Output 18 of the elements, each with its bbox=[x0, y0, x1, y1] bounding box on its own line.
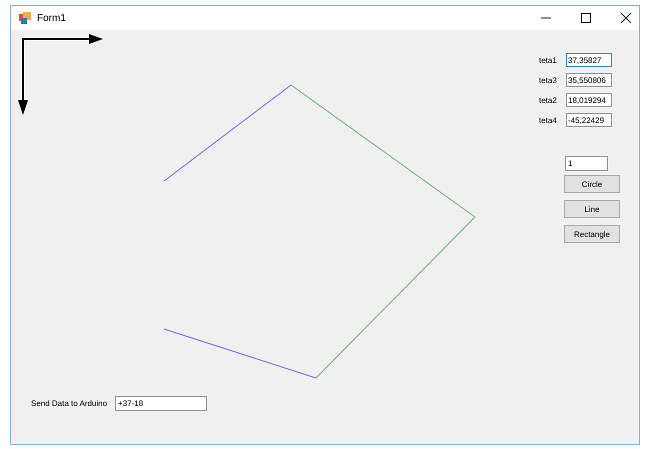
shape-button[interactable]: Circle bbox=[564, 175, 620, 193]
send-label: Send Data to Arduino bbox=[31, 399, 108, 408]
form-icon bbox=[19, 12, 31, 24]
send-field[interactable]: +37-18 bbox=[115, 396, 208, 411]
angle-label: teta4 bbox=[539, 116, 558, 124]
angle-label: teta1 bbox=[539, 56, 558, 64]
angle-label: teta2 bbox=[539, 96, 558, 104]
angle-label: teta3 bbox=[539, 76, 558, 84]
shape-button[interactable]: Line bbox=[564, 200, 620, 218]
angle-field[interactable]: -45,22429 bbox=[566, 113, 612, 127]
angle-field[interactable]: 18,019294 bbox=[566, 93, 612, 107]
maximize-icon[interactable] bbox=[581, 13, 591, 23]
window-title: Form1 bbox=[37, 12, 66, 24]
number-field[interactable]: 1 bbox=[565, 156, 608, 171]
angle-field[interactable]: 35,550806 bbox=[566, 73, 612, 87]
close-icon[interactable] bbox=[621, 13, 631, 23]
shape-button[interactable]: Rectangle bbox=[564, 225, 620, 243]
angle-field[interactable]: 37,35827 bbox=[566, 53, 612, 67]
